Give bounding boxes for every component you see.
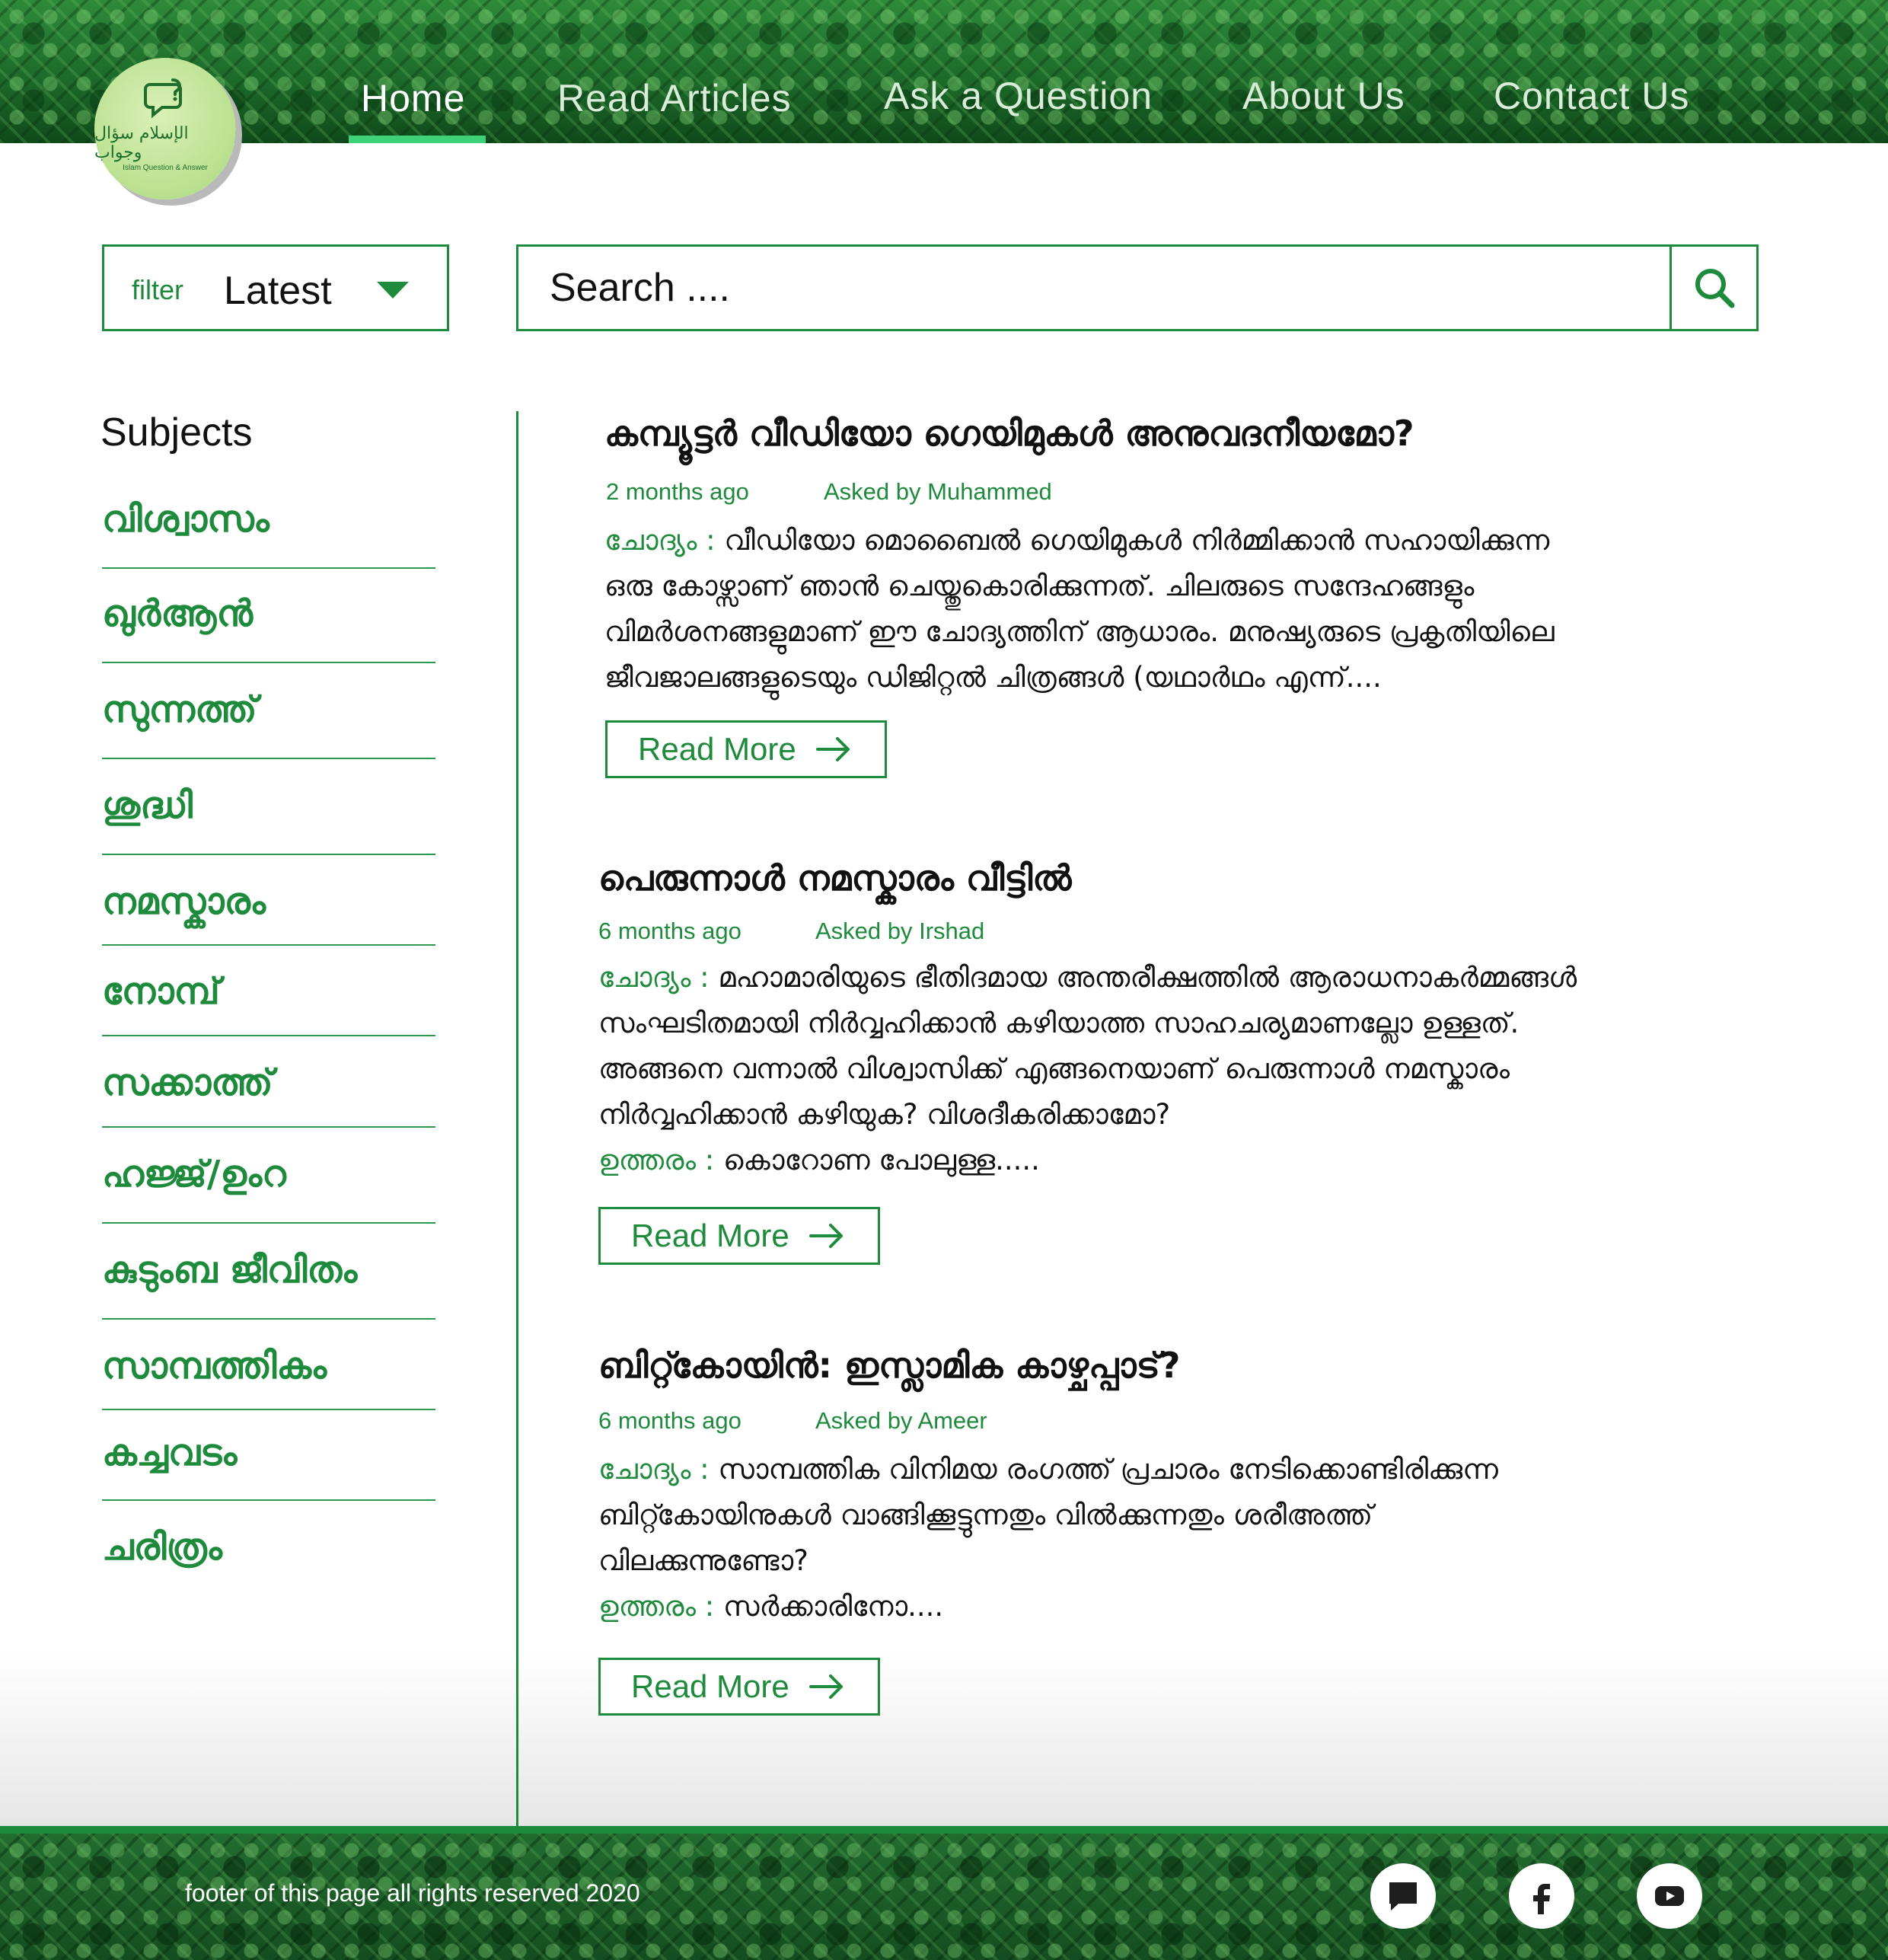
question-line: ചോദ്യം : സാമ്പത്തിക വിനിമയ രംഗത്ത് പ്രചാ… bbox=[598, 1447, 1498, 1492]
site-logo[interactable]: الإسلام سؤال وجواب Islam Question & Answ… bbox=[94, 58, 236, 200]
facebook-icon bbox=[1533, 1884, 1550, 1914]
answer-line: ഉത്തരം : കൊറോണ പോലുള്ള..... bbox=[598, 1138, 1577, 1183]
nav-active-indicator bbox=[349, 136, 486, 143]
answer-label: ഉത്തരം : bbox=[598, 1590, 715, 1623]
filter-selected-value: Latest bbox=[224, 269, 332, 313]
read-more-button[interactable]: Read More bbox=[605, 720, 887, 778]
read-more-button[interactable]: Read More bbox=[598, 1658, 880, 1716]
subject-item[interactable]: കച്ചവടം bbox=[102, 1432, 435, 1475]
answer-label: ഉത്തരം : bbox=[598, 1144, 715, 1176]
article-time: 6 months ago bbox=[598, 1407, 741, 1434]
subjects-heading: Subjects bbox=[100, 410, 253, 455]
subject-item[interactable]: ചരിത്രം bbox=[102, 1526, 435, 1569]
facebook-link[interactable] bbox=[1509, 1863, 1574, 1929]
read-more-button[interactable]: Read More bbox=[598, 1207, 880, 1265]
answer-line: ഉത്തരം : സർക്കാരിനോ.... bbox=[598, 1584, 1498, 1630]
question-label: ചോദ്യം : bbox=[604, 524, 716, 557]
search-icon bbox=[1695, 269, 1734, 308]
divider bbox=[102, 1126, 435, 1128]
subject-item[interactable]: സക്കാത്ത് bbox=[102, 1061, 435, 1105]
question-line: വിമർശനങ്ങളുമാണ് ഈ ചോദ്യത്തിന് ആധാരം. മനു… bbox=[604, 615, 1555, 648]
chat-icon bbox=[1389, 1882, 1417, 1911]
answer-text: സർക്കാരിനോ.... bbox=[714, 1590, 944, 1623]
divider bbox=[102, 662, 435, 663]
article-title[interactable]: പെരുന്നാൾ നമസ്കാരം വീട്ടിൽ bbox=[598, 857, 1071, 900]
article-author: Asked by Muhammed bbox=[824, 478, 1052, 505]
filter-dropdown[interactable]: filter Latest bbox=[102, 244, 449, 331]
divider bbox=[102, 854, 435, 855]
question-line: ബിറ്റ്കോയിനുകൾ വാങ്ങിക്കൂട്ടുന്നതും വിൽക… bbox=[598, 1499, 1373, 1531]
search-bar bbox=[516, 244, 1759, 331]
question-line: ചോദ്യം : മഹാമാരിയുടെ ഭീതിദമായ അന്തരീക്ഷത… bbox=[598, 955, 1577, 1001]
question-line: ഒരു കോഴ്സാണ് ഞാൻ ചെയ്തുകൊരിക്കുന്നത്. ചി… bbox=[604, 570, 1475, 602]
question-label: ചോദ്യം : bbox=[598, 1453, 710, 1486]
read-more-label: Read More bbox=[631, 1218, 789, 1253]
footer-copyright: footer of this page all rights reserved … bbox=[185, 1879, 640, 1907]
answer-text: കൊറോണ പോലുള്ള..... bbox=[714, 1144, 1040, 1176]
search-input[interactable] bbox=[521, 249, 1672, 327]
divider bbox=[102, 758, 435, 759]
article-title[interactable]: കമ്പ്യൂട്ടർ വീഡിയോ ഗെയിമുകൾ അനുവദനീയമോ? bbox=[604, 413, 1414, 455]
divider bbox=[102, 1499, 435, 1501]
question-text: വീഡിയോ മൊബൈൽ ഗെയിമുകൾ നിർമ്മിക്കാൻ സഹായി… bbox=[715, 524, 1550, 557]
subject-item[interactable]: കുടുംബ ജീവിതം bbox=[102, 1249, 435, 1292]
subject-item[interactable]: ഹജ്ജ്/ഉംറ bbox=[102, 1153, 435, 1196]
chat-link[interactable] bbox=[1370, 1863, 1436, 1929]
header-bar bbox=[0, 0, 1888, 143]
chat-question-icon bbox=[144, 78, 182, 118]
article-excerpt: ചോദ്യം : മഹാമാരിയുടെ ഭീതിദമായ അന്തരീക്ഷത… bbox=[598, 955, 1577, 1183]
article-time: 6 months ago bbox=[598, 918, 741, 944]
nav-contact-us[interactable]: Contact Us bbox=[1494, 74, 1689, 118]
question-line: സംഘടിതമായി നിർവ്വഹിക്കാൻ കഴിയാത്ത സാഹചര്… bbox=[598, 1007, 1520, 1039]
article-title[interactable]: ബിറ്റ്കോയിൻ: ഇസ്ലാമിക കാഴ്ചപ്പാട്? bbox=[598, 1345, 1181, 1387]
subject-item[interactable]: ഖുർആൻ bbox=[102, 592, 435, 636]
subject-item[interactable]: നോമ്പ് bbox=[102, 970, 435, 1014]
nav-read-articles[interactable]: Read Articles bbox=[557, 76, 792, 120]
nav-home[interactable]: Home bbox=[361, 76, 465, 120]
logo-arabic-text: الإسلام سؤال وجواب bbox=[94, 123, 189, 162]
article-author: Asked by Irshad bbox=[815, 918, 985, 944]
article-excerpt: ചോദ്യം : വീഡിയോ മൊബൈൽ ഗെയിമുകൾ നിർമ്മിക്… bbox=[604, 518, 1555, 701]
divider bbox=[102, 944, 435, 946]
question-line: ചോദ്യം : വീഡിയോ മൊബൈൽ ഗെയിമുകൾ നിർമ്മിക്… bbox=[604, 518, 1555, 563]
youtube-icon bbox=[1655, 1886, 1684, 1906]
nav-ask-question[interactable]: Ask a Question bbox=[884, 74, 1153, 118]
youtube-link[interactable] bbox=[1637, 1863, 1702, 1929]
arrow-right-icon bbox=[808, 1224, 843, 1248]
divider bbox=[102, 1035, 435, 1036]
question-line: അങ്ങനെ വന്നാൽ വിശ്വാസിക്ക് എങ്ങനെയാണ് പെ… bbox=[598, 1052, 1510, 1085]
question-text: മഹാമാരിയുടെ ഭീതിദമായ അന്തരീക്ഷത്തിൽ ആരാധ… bbox=[709, 961, 1577, 994]
question-line: ജീവജാലങ്ങളുടെയും ഡിജിറ്റൽ ചിത്രങ്ങൾ (യഥാ… bbox=[604, 661, 1382, 694]
divider bbox=[102, 567, 435, 569]
question-line: വിലക്കുന്നുണ്ടോ? bbox=[598, 1544, 808, 1577]
arrow-right-icon bbox=[808, 1674, 843, 1699]
subject-item[interactable]: സാമ്പത്തികം bbox=[102, 1345, 435, 1388]
subject-item[interactable]: ശുദ്ധി bbox=[102, 784, 435, 828]
read-more-label: Read More bbox=[638, 731, 796, 767]
subject-item[interactable]: സുന്നത്ത് bbox=[102, 688, 435, 732]
nav-about-us[interactable]: About Us bbox=[1242, 74, 1405, 118]
read-more-label: Read More bbox=[631, 1668, 789, 1704]
divider bbox=[102, 1222, 435, 1224]
subject-item[interactable]: നമസ്കാരം bbox=[102, 880, 435, 924]
divider bbox=[102, 1318, 435, 1320]
search-button[interactable] bbox=[1670, 247, 1756, 329]
question-label: ചോദ്യം : bbox=[598, 961, 710, 994]
caret-down-icon bbox=[377, 282, 409, 298]
logo-caption: Islam Question & Answer bbox=[123, 163, 208, 172]
divider bbox=[102, 1409, 435, 1410]
page-bottom-fade bbox=[0, 1652, 1888, 1828]
article-author: Asked by Ameer bbox=[815, 1407, 987, 1434]
article-excerpt: ചോദ്യം : സാമ്പത്തിക വിനിമയ രംഗത്ത് പ്രചാ… bbox=[598, 1447, 1498, 1630]
arrow-right-icon bbox=[815, 737, 850, 761]
question-line: നിർവ്വഹിക്കാൻ കഴിയുക? വിശദീകരിക്കാമോ? bbox=[598, 1098, 1171, 1131]
filter-label: filter bbox=[132, 274, 184, 305]
question-text: സാമ്പത്തിക വിനിമയ രംഗത്ത് പ്രചാരം നേടിക്… bbox=[709, 1453, 1498, 1486]
content-divider bbox=[516, 411, 518, 1826]
article-time: 2 months ago bbox=[606, 478, 749, 505]
subject-item[interactable]: വിശ്വാസം bbox=[102, 498, 435, 541]
